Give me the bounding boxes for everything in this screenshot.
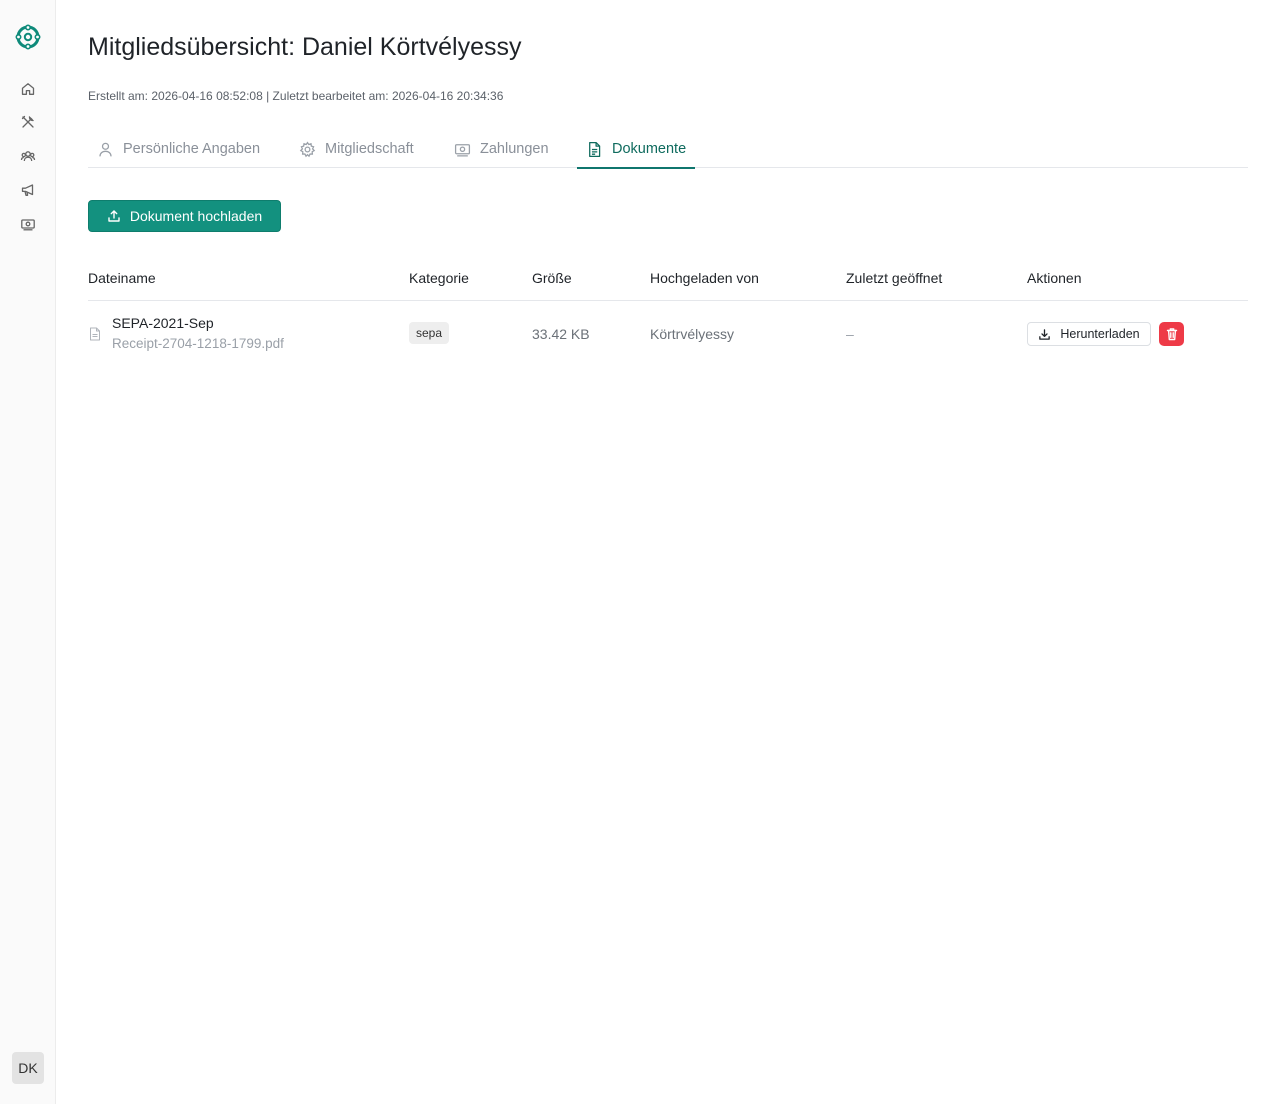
column-header-filename: Dateiname bbox=[88, 270, 156, 286]
tab-label: Mitgliedschaft bbox=[325, 141, 414, 157]
tools-icon[interactable] bbox=[17, 111, 39, 133]
sidebar: DK bbox=[0, 0, 56, 1104]
document-size: 33.42 KB bbox=[532, 326, 590, 342]
money-icon[interactable] bbox=[17, 213, 39, 235]
column-header-uploaded-by: Hochgeladen von bbox=[650, 270, 759, 286]
column-header-size: Größe bbox=[532, 270, 572, 286]
user-icon bbox=[99, 142, 112, 156]
delete-button[interactable] bbox=[1159, 322, 1184, 346]
document-icon bbox=[589, 141, 601, 157]
document-last-opened: – bbox=[846, 326, 854, 342]
tab-label: Dokumente bbox=[612, 141, 687, 157]
download-button[interactable]: Herunterladen bbox=[1027, 322, 1151, 346]
trash-icon bbox=[1166, 328, 1177, 341]
document-uploader: Körtrvélyessy bbox=[650, 326, 735, 342]
upload-button-label: Dokument hochladen bbox=[129, 208, 263, 224]
file-icon bbox=[90, 327, 100, 341]
gear-icon bbox=[299, 140, 316, 157]
tab-documents[interactable]: Dokumente bbox=[577, 130, 696, 169]
tab-personal-details[interactable]: Persönliche Angaben bbox=[88, 130, 269, 168]
members-icon[interactable] bbox=[17, 145, 39, 167]
documents-table: Dateiname Kategorie Größe Hochgeladen vo… bbox=[88, 260, 1248, 367]
tab-label: Zahlungen bbox=[480, 141, 549, 157]
tab-bar: Persönliche Angaben Mitgliedschaft Zahlu… bbox=[88, 130, 1248, 169]
document-filename: Receipt-2704-1218-1799.pdf bbox=[112, 336, 284, 351]
app-logo[interactable] bbox=[15, 24, 41, 50]
upload-document-button[interactable]: Dokument hochladen bbox=[88, 200, 281, 232]
table-row: SEPA-2021-Sep Receipt-2704-1218-1799.pdf… bbox=[88, 301, 1248, 367]
download-button-label: Herunterladen bbox=[1060, 327, 1140, 341]
category-badge: sepa bbox=[409, 322, 450, 344]
column-header-actions: Aktionen bbox=[1027, 270, 1082, 286]
upload-icon bbox=[108, 210, 120, 222]
download-icon bbox=[1039, 328, 1051, 340]
page-title: Mitgliedsübersicht: Daniel Körtvélyessy bbox=[88, 33, 522, 61]
column-header-category: Kategorie bbox=[409, 270, 469, 286]
money-icon bbox=[454, 143, 471, 157]
column-header-last-opened: Zuletzt geöffnet bbox=[846, 270, 943, 286]
tab-label: Persönliche Angaben bbox=[123, 141, 261, 157]
tab-membership[interactable]: Mitgliedschaft bbox=[290, 130, 423, 168]
megaphone-icon[interactable] bbox=[17, 179, 39, 201]
tab-payments[interactable]: Zahlungen bbox=[445, 130, 558, 168]
table-header: Dateiname Kategorie Größe Hochgeladen vo… bbox=[88, 260, 1248, 301]
document-title[interactable]: SEPA-2021-Sep bbox=[112, 315, 214, 331]
user-avatar[interactable]: DK bbox=[12, 1052, 44, 1084]
meta-timestamps: Erstellt am: 2026-04-16 08:52:08 | Zulet… bbox=[88, 89, 504, 103]
app: DK Mitgliedsübersicht: Daniel Körtvélyes… bbox=[0, 0, 1280, 1104]
home-icon[interactable] bbox=[17, 78, 39, 100]
